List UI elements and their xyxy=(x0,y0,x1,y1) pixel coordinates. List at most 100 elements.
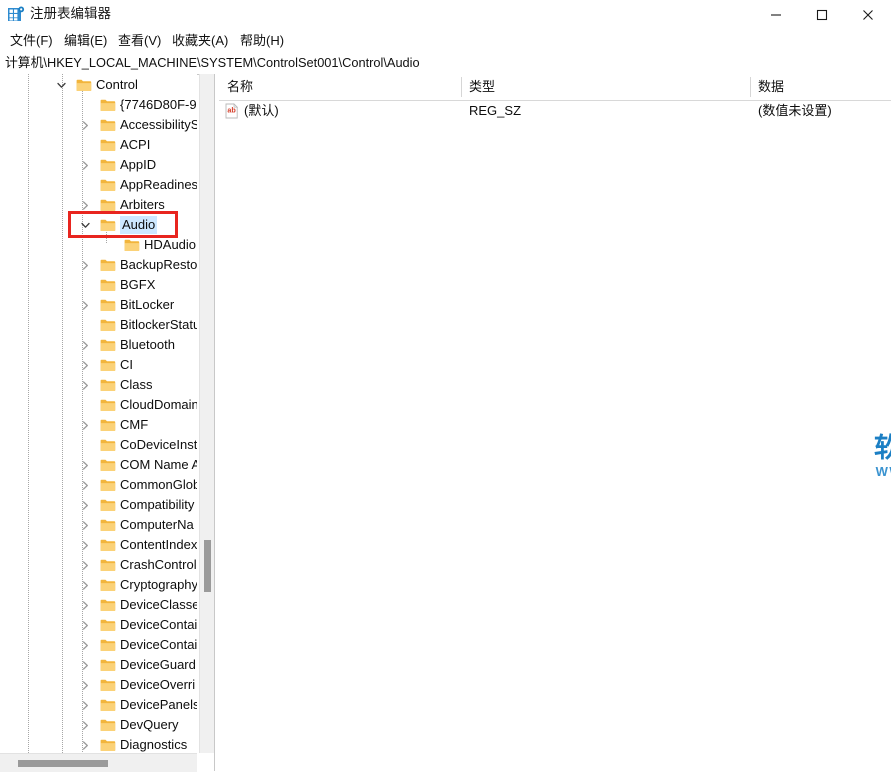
chevron-right-icon[interactable] xyxy=(78,375,92,395)
chevron-right-icon[interactable] xyxy=(78,295,92,315)
tree-node[interactable]: CoDeviceInst xyxy=(0,435,197,455)
tree-node[interactable]: BitlockerStatu xyxy=(0,315,197,335)
column-header-0[interactable]: 名称 xyxy=(219,74,461,100)
tree-node[interactable]: CMF xyxy=(0,415,197,435)
tree-node[interactable]: BackupResto xyxy=(0,255,197,275)
chevron-right-icon[interactable] xyxy=(78,255,92,275)
chevron-right-icon[interactable] xyxy=(78,695,92,715)
chevron-right-icon[interactable] xyxy=(78,515,92,535)
svg-text:ab: ab xyxy=(227,106,236,115)
value-name: (默认) xyxy=(244,100,279,122)
minimize-button[interactable] xyxy=(753,0,799,29)
tree-node[interactable]: Compatibility xyxy=(0,495,197,515)
chevron-right-icon[interactable] xyxy=(78,475,92,495)
chevron-right-icon[interactable] xyxy=(78,455,92,475)
folder-icon xyxy=(100,735,117,753)
tree-node[interactable]: {7746D80F-97 xyxy=(0,95,197,115)
chevron-right-icon[interactable] xyxy=(78,355,92,375)
tree-node-label: DeviceOverri xyxy=(120,676,195,694)
audio-key-highlight-box xyxy=(68,211,178,238)
column-divider-2[interactable] xyxy=(750,77,751,97)
chevron-right-icon[interactable] xyxy=(78,715,92,735)
registry-values-pane[interactable]: 名称类型数据 ab(默认)REG_SZ(数值未设置) 软件自学网 WWW.RJZ… xyxy=(219,74,891,771)
folder-icon xyxy=(100,155,117,175)
tree-node[interactable]: CrashControl xyxy=(0,555,197,575)
folder-icon xyxy=(100,175,117,195)
menu-item-0[interactable]: 文件(F) xyxy=(8,31,55,50)
chevron-right-icon[interactable] xyxy=(78,595,92,615)
chevron-down-icon[interactable] xyxy=(54,75,68,95)
chevron-right-icon[interactable] xyxy=(78,675,92,695)
tree-horizontal-scrollbar[interactable] xyxy=(0,753,197,772)
tree-node[interactable]: DeviceContai xyxy=(0,615,197,635)
tree-node[interactable]: ContentIndex xyxy=(0,535,197,555)
address-bar[interactable]: 计算机\HKEY_LOCAL_MACHINE\SYSTEM\ControlSet… xyxy=(0,52,891,75)
menu-item-3[interactable]: 收藏夹(A) xyxy=(170,31,230,50)
chevron-right-icon[interactable] xyxy=(78,735,92,753)
folder-icon xyxy=(100,295,117,315)
tree-node[interactable]: DeviceOverri xyxy=(0,675,197,695)
tree-node[interactable]: CloudDomain xyxy=(0,395,197,415)
chevron-right-icon[interactable] xyxy=(78,615,92,635)
chevron-right-icon[interactable] xyxy=(78,495,92,515)
menu-item-2[interactable]: 查看(V) xyxy=(116,31,163,50)
tree-node[interactable]: BitLocker xyxy=(0,295,197,315)
tree-node[interactable]: Class xyxy=(0,375,197,395)
tree-node[interactable]: DevicePanels xyxy=(0,695,197,715)
tree-node[interactable]: COM Name A xyxy=(0,455,197,475)
chevron-right-icon[interactable] xyxy=(78,635,92,655)
tree-node[interactable]: ACPI xyxy=(0,135,197,155)
tree-node[interactable]: AccessibilityS xyxy=(0,115,197,135)
tree-node[interactable]: DeviceGuard xyxy=(0,655,197,675)
tree-node[interactable]: DeviceContai xyxy=(0,635,197,655)
tree-node-label: Diagnostics xyxy=(120,736,187,753)
column-header-2[interactable]: 数据 xyxy=(750,74,891,100)
folder-icon xyxy=(100,375,117,395)
tree-node[interactable]: AppReadines xyxy=(0,175,197,195)
chevron-right-icon[interactable] xyxy=(78,555,92,575)
chevron-right-icon[interactable] xyxy=(78,415,92,435)
chevron-right-icon[interactable] xyxy=(78,155,92,175)
menu-item-4[interactable]: 帮助(H) xyxy=(238,31,286,50)
tree-vertical-scrollbar[interactable] xyxy=(199,74,215,753)
chevron-right-icon[interactable] xyxy=(78,335,92,355)
chevron-right-icon[interactable] xyxy=(78,535,92,555)
tree-node[interactable]: Cryptography xyxy=(0,575,197,595)
tree-node[interactable]: Diagnostics xyxy=(0,735,197,753)
tree-node[interactable]: Bluetooth xyxy=(0,335,197,355)
tree-node[interactable]: DeviceClasse xyxy=(0,595,197,615)
maximize-button[interactable] xyxy=(799,0,845,29)
tree-node[interactable]: ComputerNa xyxy=(0,515,197,535)
column-header-1[interactable]: 类型 xyxy=(461,74,750,100)
chevron-right-icon[interactable] xyxy=(78,575,92,595)
tree-node[interactable]: AppID xyxy=(0,155,197,175)
folder-icon xyxy=(100,535,117,555)
tree-horizontal-scrollbar-thumb[interactable] xyxy=(18,760,108,767)
folder-icon xyxy=(100,635,117,655)
tree-node-label: ComputerNa xyxy=(120,516,194,534)
tree-node[interactable]: CommonGlob xyxy=(0,475,197,495)
folder-icon xyxy=(100,115,117,135)
folder-icon xyxy=(100,515,117,535)
folder-icon xyxy=(100,595,117,615)
chevron-right-icon[interactable] xyxy=(78,115,92,135)
folder-icon xyxy=(100,355,117,375)
close-button[interactable] xyxy=(845,0,891,29)
tree-vertical-scrollbar-thumb[interactable] xyxy=(204,540,211,592)
chevron-right-icon[interactable] xyxy=(78,655,92,675)
tree-node[interactable]: DevQuery xyxy=(0,715,197,735)
menu-bar: 文件(F) 编辑(E) 查看(V) 收藏夹(A) 帮助(H) xyxy=(0,29,891,52)
tree-node[interactable]: HDAudioF xyxy=(0,235,197,255)
column-divider-1[interactable] xyxy=(461,77,462,97)
tree-node[interactable]: Control xyxy=(0,75,197,95)
folder-icon xyxy=(100,315,117,335)
registry-tree-pane[interactable]: Control{7746D80F-97AccessibilitySACPIApp… xyxy=(0,74,197,753)
tree-node-label: Class xyxy=(120,376,153,394)
tree-node-label: BitlockerStatu xyxy=(120,316,197,334)
value-row[interactable]: ab(默认)REG_SZ(数值未设置) xyxy=(219,100,891,122)
menu-item-1[interactable]: 编辑(E) xyxy=(62,31,109,50)
folder-icon xyxy=(100,655,117,675)
tree-node-label: DevQuery xyxy=(120,716,179,734)
tree-node[interactable]: CI xyxy=(0,355,197,375)
tree-node[interactable]: BGFX xyxy=(0,275,197,295)
